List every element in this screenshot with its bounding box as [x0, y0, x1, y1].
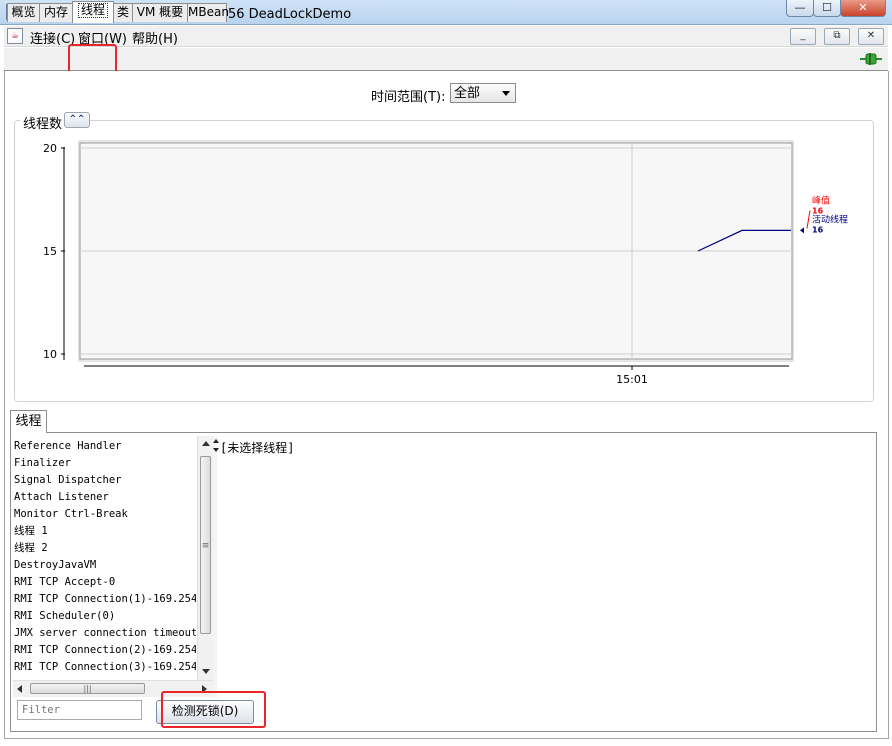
tab-overview[interactable]: 概览 — [7, 3, 40, 22]
thread-list-item[interactable]: Reference Handler — [14, 438, 196, 455]
thread-list[interactable]: Reference Handler Finalizer Signal Dispatc… — [14, 438, 196, 678]
maximize-button[interactable]: ☐ — [813, 0, 841, 17]
tab-memory-label: 内存 — [43, 5, 68, 19]
tab-threads-list[interactable]: 线程 — [10, 410, 47, 433]
thread-list-item[interactable]: 线程 1 — [14, 523, 196, 540]
tab-classes[interactable]: 类 — [113, 3, 133, 22]
scroll-down-icon[interactable] — [202, 669, 210, 674]
menu-help[interactable]: 帮助(H) — [132, 28, 178, 47]
thread-count-chart: 20151015:01峰值16活动线程16 — [43, 140, 848, 386]
thread-list-item[interactable]: DestroyJavaVM — [14, 557, 196, 574]
chevron-down-icon — [502, 91, 510, 96]
x-tick-label: 15:01 — [616, 373, 648, 386]
minimize-button[interactable]: — — [786, 0, 814, 17]
close-button[interactable]: ✕ — [840, 0, 886, 17]
time-range-value: 全部 — [454, 86, 481, 101]
scroll-thumb[interactable]: ||| — [30, 683, 145, 694]
tab-memory[interactable]: 内存 — [39, 3, 73, 22]
thread-list-item[interactable]: RMI TCP Connection(1)-169.254. — [14, 591, 196, 608]
thread-list-item[interactable]: Monitor Ctrl-Break — [14, 506, 196, 523]
legend-peak-value: 16 — [812, 206, 824, 215]
thread-list-item[interactable]: Finalizer — [14, 455, 196, 472]
internal-minimize-button[interactable]: _ — [790, 28, 816, 45]
filter-input[interactable] — [17, 700, 142, 720]
tab-threads-label: 线程 — [77, 3, 108, 18]
peak-leader-line — [806, 210, 811, 229]
thread-list-item[interactable]: Signal Dispatcher — [14, 472, 196, 489]
scroll-left-icon[interactable] — [17, 685, 22, 693]
thread-list-item[interactable]: JMX server connection timeout — [14, 625, 196, 642]
scroll-thumb[interactable]: ≡ — [200, 456, 211, 634]
thread-list-item[interactable]: RMI TCP Connection(2)-169.254. — [14, 642, 196, 659]
tab-vm-summary[interactable]: VM 概要 — [132, 3, 188, 22]
tab-classes-label: 类 — [116, 5, 129, 19]
thread-list-item[interactable]: Attach Listener — [14, 489, 196, 506]
thread-list-item[interactable]: 线程 2 — [14, 540, 196, 557]
divider-right-arrow-icon[interactable] — [213, 448, 219, 452]
divider-left-arrow-icon[interactable] — [213, 439, 219, 443]
tab-mbean[interactable]: MBean — [187, 3, 229, 22]
thread-list-item[interactable]: RMI TCP Accept-0 — [14, 574, 196, 591]
split-pane-divider[interactable] — [213, 436, 219, 698]
thread-list-item[interactable]: RMI Scheduler(0) — [14, 608, 196, 625]
y-tick-label: 20 — [43, 142, 57, 155]
time-range-select[interactable]: 全部 — [450, 83, 516, 103]
series-end-marker — [800, 227, 804, 234]
menu-bar: ☕ 连接(C) 窗口(W) 帮助(H) _ ⧉ ✕ — [4, 26, 888, 47]
internal-restore-button[interactable]: ⧉ — [824, 28, 850, 45]
time-range-label: 时间范围(T): — [371, 90, 446, 105]
tab-vm-summary-label: VM 概要 — [136, 5, 184, 19]
thread-list-item[interactable]: RMI TCP Connection(3)-169.254. — [14, 659, 196, 676]
y-tick-label: 15 — [43, 245, 57, 258]
legend-active-value: 16 — [812, 225, 824, 234]
detect-deadlock-highlight — [161, 691, 266, 728]
legend-active-label: 活动线程 — [812, 213, 848, 225]
legend-peak-label: 峰值 — [812, 194, 830, 206]
thread-detail-text: [未选择线程] — [220, 441, 295, 455]
tab-mbean-label: MBean — [188, 5, 229, 19]
tab-threads[interactable]: 线程 — [72, 1, 114, 23]
internal-close-button[interactable]: ✕ — [858, 28, 884, 45]
scroll-up-icon[interactable] — [202, 441, 210, 446]
java-cup-icon: ☕ — [7, 28, 23, 44]
y-tick-label: 10 — [43, 348, 57, 361]
main-tab-bar — [4, 48, 888, 71]
thread-list-vertical-scrollbar[interactable]: ≡ — [197, 436, 214, 680]
connection-plug-icon — [860, 53, 882, 65]
tab-overview-label: 概览 — [11, 5, 36, 19]
